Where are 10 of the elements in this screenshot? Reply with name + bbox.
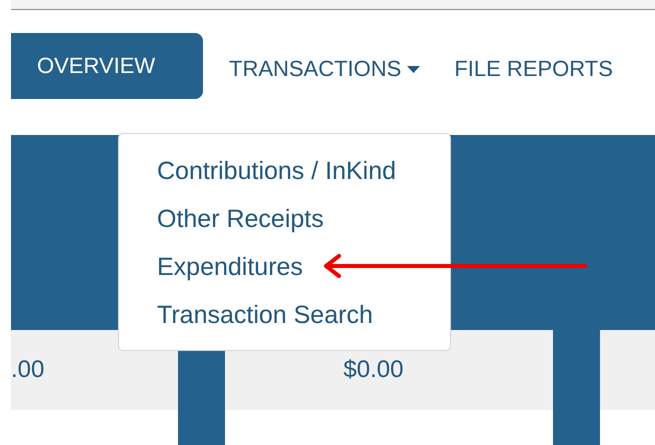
nav-tab[interactable]: FILE REPORTS xyxy=(436,33,623,99)
menu-item[interactable]: Other Receipts xyxy=(157,197,324,245)
nav-tab[interactable]: TRANSACTIONS xyxy=(211,33,430,99)
amount-text: $0.00 xyxy=(343,356,404,384)
menu-item[interactable]: Expenditures xyxy=(157,245,303,293)
menu-item[interactable]: Transaction Search xyxy=(157,293,373,341)
nav-tab[interactable]: OVERVIEW xyxy=(11,33,203,99)
caret-icon xyxy=(407,66,420,72)
amount-text: .00 xyxy=(11,356,44,384)
menu-item[interactable]: Contributions / InKind xyxy=(157,149,396,197)
